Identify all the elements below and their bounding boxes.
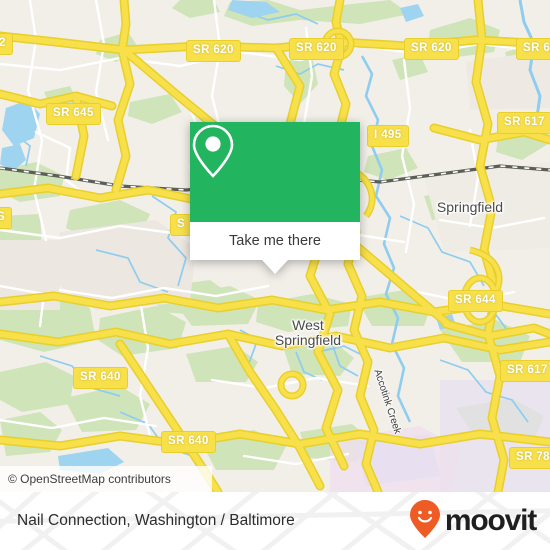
road-shield[interactable]: SR 640 [161,431,216,453]
map-attribution[interactable]: © OpenStreetMap contributors [0,466,212,492]
road-shield[interactable]: SR 620 [289,38,344,60]
road-shield[interactable]: SR 620 [186,40,241,62]
road-shield[interactable]: SR 620 [404,38,459,60]
road-shield[interactable]: I 495 [367,125,409,147]
map-place-label: Springfield [436,199,504,215]
moovit-map-screenshot: Springfield West Springfield Accotink Cr… [0,0,550,550]
place-popup-card[interactable]: Take me there [190,122,360,274]
moovit-wordmark: moovit [444,504,537,537]
road-shield[interactable]: SR 789 [509,447,550,469]
road-shield[interactable]: SR 620 [516,38,550,60]
road-shield[interactable]: S [0,207,13,229]
map-canvas[interactable]: Springfield West Springfield Accotink Cr… [0,0,550,492]
road-shield[interactable]: SR 644 [448,290,503,312]
popup-tail [262,260,288,274]
road-shield[interactable]: SR 617 [497,112,550,134]
map-place-label: West Springfield [274,317,342,348]
road-shield[interactable]: 2 [0,33,13,55]
attribution-text: © OpenStreetMap contributors [8,472,171,486]
road-shield[interactable]: SR 640 [73,367,128,389]
footer-bar: Nail Connection, Washington / Baltimore … [0,492,550,550]
road-shield[interactable]: S [170,214,193,236]
road-shield[interactable]: SR 645 [46,103,101,125]
popup-header [190,122,360,222]
road-shield[interactable]: SR 617 [500,360,550,382]
moovit-smiley-pin-icon [409,499,441,544]
take-me-there-label: Take me there [229,233,321,249]
page-title: Nail Connection, Washington / Baltimore [17,492,295,550]
moovit-brand[interactable]: moovit [409,492,537,550]
page-title-text: Nail Connection, Washington / Baltimore [17,512,295,529]
take-me-there-button[interactable]: Take me there [190,222,360,260]
